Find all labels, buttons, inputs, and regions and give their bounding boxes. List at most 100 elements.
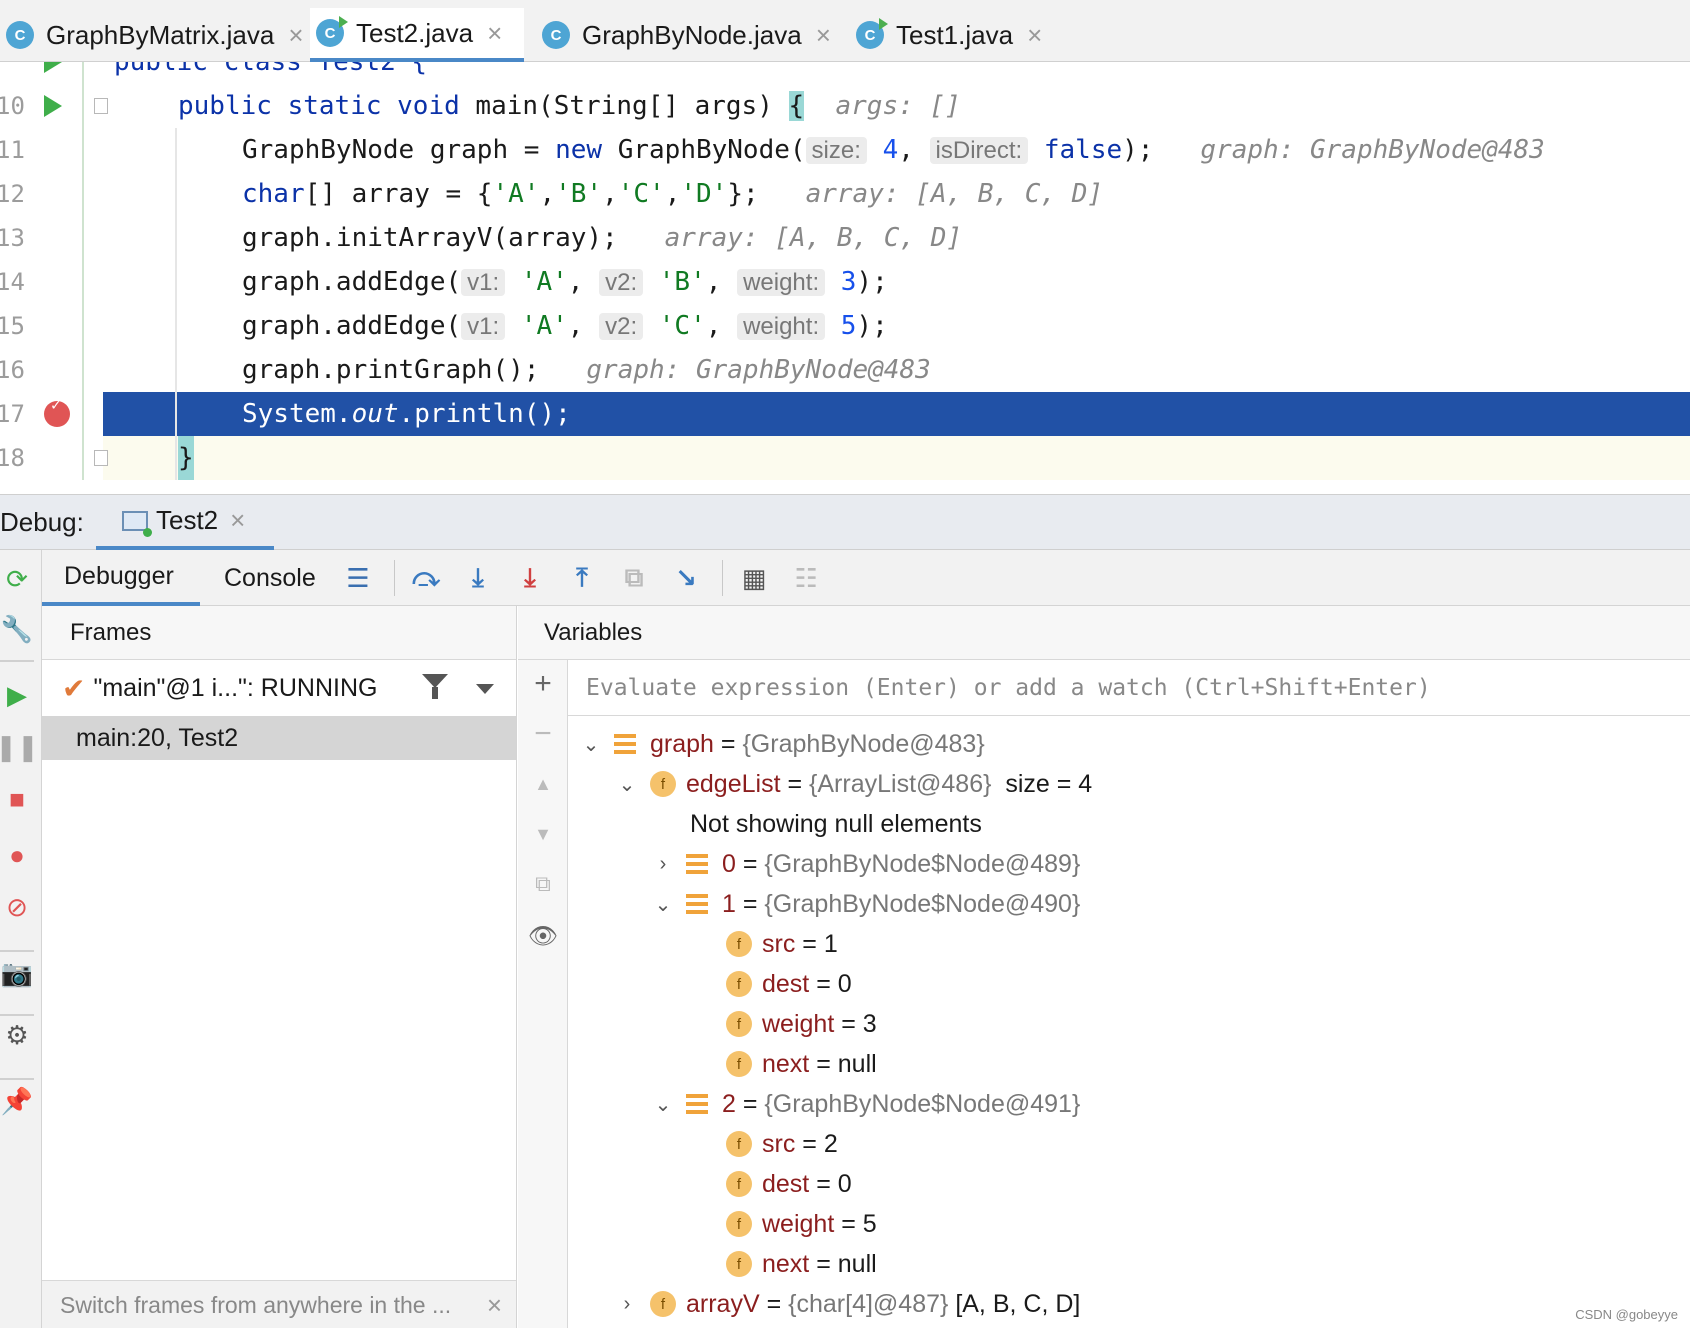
close-icon[interactable]: ×: [230, 505, 245, 536]
evaluate-expression-input[interactable]: Evaluate expression (Enter) or add a wat…: [568, 660, 1690, 716]
line-number: 13: [0, 224, 25, 252]
field-row[interactable]: f weight = 5: [726, 1204, 877, 1244]
code-text: graph.addEdge(v1: 'A', v2: 'C', weight: …: [242, 311, 888, 341]
step-over-icon[interactable]: ⤼: [410, 562, 442, 594]
tab-test1[interactable]: C Test1.java ×: [850, 8, 1042, 62]
chevron-right-icon[interactable]: ›: [652, 853, 674, 876]
force-step-into-icon[interactable]: ⤓: [514, 562, 546, 594]
field-name: src: [762, 929, 796, 958]
tab-graphbymatrix[interactable]: C GraphByMatrix.java ×: [0, 8, 304, 62]
pin-icon[interactable]: 📌: [1, 1086, 33, 1116]
line-number: 16: [0, 356, 25, 384]
duplicate-icon[interactable]: ⧉: [527, 868, 559, 900]
field-row[interactable]: f next = null: [726, 1244, 877, 1284]
remove-watch-icon[interactable]: −: [527, 717, 559, 750]
field-row[interactable]: f weight = 3: [726, 1004, 877, 1044]
code-fragment: graph.addEdge(: [242, 311, 462, 341]
trace-current-stream-icon[interactable]: ☷: [790, 562, 822, 594]
close-icon[interactable]: ×: [816, 20, 831, 51]
move-up-icon[interactable]: ▲: [527, 768, 559, 800]
field-row[interactable]: f dest = 0: [726, 964, 852, 1004]
variable-ref: {GraphByNode@483}: [742, 729, 985, 758]
settings-icon[interactable]: ⚙: [2, 1020, 32, 1050]
move-down-icon[interactable]: ▼: [527, 818, 559, 850]
inline-debug-value: args: []: [835, 91, 961, 121]
hamburger-icon[interactable]: ☰: [342, 562, 374, 594]
chevron-down-icon[interactable]: ⌄: [580, 732, 602, 757]
thread-selector[interactable]: ✔ "main"@1 i...": RUNNING: [42, 660, 516, 716]
fold-icon[interactable]: [94, 450, 108, 466]
field-value: 1: [823, 929, 838, 958]
code-fragment: out: [351, 399, 399, 429]
field-name: next: [762, 1049, 810, 1078]
variable-row-item-2[interactable]: ⌄ 2 = {GraphByNode$Node@491}: [652, 1084, 1081, 1124]
variable-row-graph[interactable]: ⌄ graph = {GraphByNode@483}: [580, 724, 985, 764]
watermark: CSDN @gobeyye: [1575, 1307, 1678, 1322]
variable-row-item-0[interactable]: › 0 = {GraphByNode$Node@489}: [652, 844, 1081, 884]
code-fragment: System.: [242, 399, 352, 429]
code-line-12: 12 char[] array = {'A','B','C','D'}; arr…: [0, 172, 1690, 216]
debug-session-icon: [122, 510, 152, 537]
fold-icon[interactable]: [94, 98, 108, 114]
chevron-down-icon[interactable]: ⌄: [652, 1092, 674, 1117]
runnable-class-icon: C: [316, 16, 348, 47]
keyword: void: [397, 91, 460, 121]
char-literal: 'C': [658, 311, 706, 341]
field-icon: f: [726, 1011, 752, 1037]
drop-frame-icon[interactable]: ⧉: [618, 562, 650, 594]
field-name: weight: [762, 1209, 835, 1238]
run-icon[interactable]: [44, 62, 62, 73]
tab-graphbynode[interactable]: C GraphByNode.java ×: [536, 8, 831, 62]
tab-label: Test1.java: [896, 19, 1014, 50]
step-into-icon[interactable]: ⤓: [462, 562, 494, 594]
variable-row-arrayv[interactable]: › f arrayV = {char[4]@487} [A, B, C, D]: [616, 1284, 1081, 1324]
variable-name: 1: [722, 889, 736, 918]
pause-icon[interactable]: ❚❚: [0, 732, 39, 762]
view-breakpoints-icon[interactable]: ●: [2, 840, 32, 870]
chevron-right-icon[interactable]: ›: [616, 1293, 638, 1316]
tab-console[interactable]: Console: [202, 550, 338, 606]
camera-icon[interactable]: 📷: [1, 958, 33, 988]
field-icon: f: [726, 1051, 752, 1077]
evaluate-expression-icon[interactable]: ▦: [738, 562, 770, 594]
step-out-icon[interactable]: ⤒: [566, 562, 598, 594]
close-icon[interactable]: ×: [487, 18, 502, 49]
field-row[interactable]: f dest = 0: [726, 1164, 852, 1204]
field-row[interactable]: f src = 1: [726, 924, 838, 964]
close-icon[interactable]: ×: [487, 1281, 502, 1328]
separator: [722, 560, 723, 596]
close-icon[interactable]: ×: [1027, 20, 1042, 51]
variable-row-item-1[interactable]: ⌄ 1 = {GraphByNode$Node@490}: [652, 884, 1081, 924]
tab-debugger[interactable]: Debugger: [42, 550, 200, 606]
filter-icon[interactable]: [422, 674, 448, 699]
code-text: public class Test2 {: [114, 62, 428, 77]
add-watch-icon[interactable]: +: [527, 667, 559, 700]
code-editor[interactable]: public class Test2 { 10 public static vo…: [0, 62, 1690, 492]
field-row[interactable]: f next = null: [726, 1044, 877, 1084]
chevron-down-icon[interactable]: ⌄: [616, 772, 638, 797]
run-icon[interactable]: [44, 95, 62, 117]
debug-label: Debug:: [0, 507, 84, 537]
code-text: graph.initArrayV(array); array: [A, B, C…: [242, 216, 962, 260]
run-to-cursor-icon[interactable]: ↘: [670, 562, 702, 594]
eye-icon[interactable]: 👁: [527, 920, 559, 952]
code-line-16: 16 graph.printGraph(); graph: GraphByNod…: [0, 348, 1690, 392]
mute-breakpoints-icon[interactable]: ⊘: [2, 892, 32, 922]
code-text: public static void main(String[] args) {…: [178, 84, 961, 128]
resume-icon[interactable]: ▶: [2, 680, 32, 710]
stop-icon[interactable]: ■: [2, 784, 32, 814]
chevron-down-icon[interactable]: ⌄: [652, 892, 674, 917]
debug-session-tab[interactable]: Test2 ×: [96, 495, 274, 550]
editor-tab-bar: C GraphByMatrix.java × C Test2.java × C …: [0, 0, 1690, 62]
code-text: GraphByNode graph = new GraphByNode(size…: [242, 128, 1545, 173]
variable-row-edgelist[interactable]: ⌄ f edgeList = {ArrayList@486} size = 4: [616, 764, 1093, 804]
close-icon[interactable]: ×: [288, 20, 303, 51]
breakpoint-icon[interactable]: [44, 395, 70, 427]
field-row[interactable]: f src = 2: [726, 1124, 838, 1164]
tab-test2[interactable]: C Test2.java ×: [310, 8, 524, 62]
frame-item[interactable]: main:20, Test2: [42, 716, 516, 760]
chevron-down-icon[interactable]: [476, 684, 494, 694]
rerun-icon[interactable]: ⟳: [2, 564, 32, 594]
wrench-icon[interactable]: 🔧: [1, 614, 33, 644]
field-name: weight: [762, 1009, 835, 1038]
